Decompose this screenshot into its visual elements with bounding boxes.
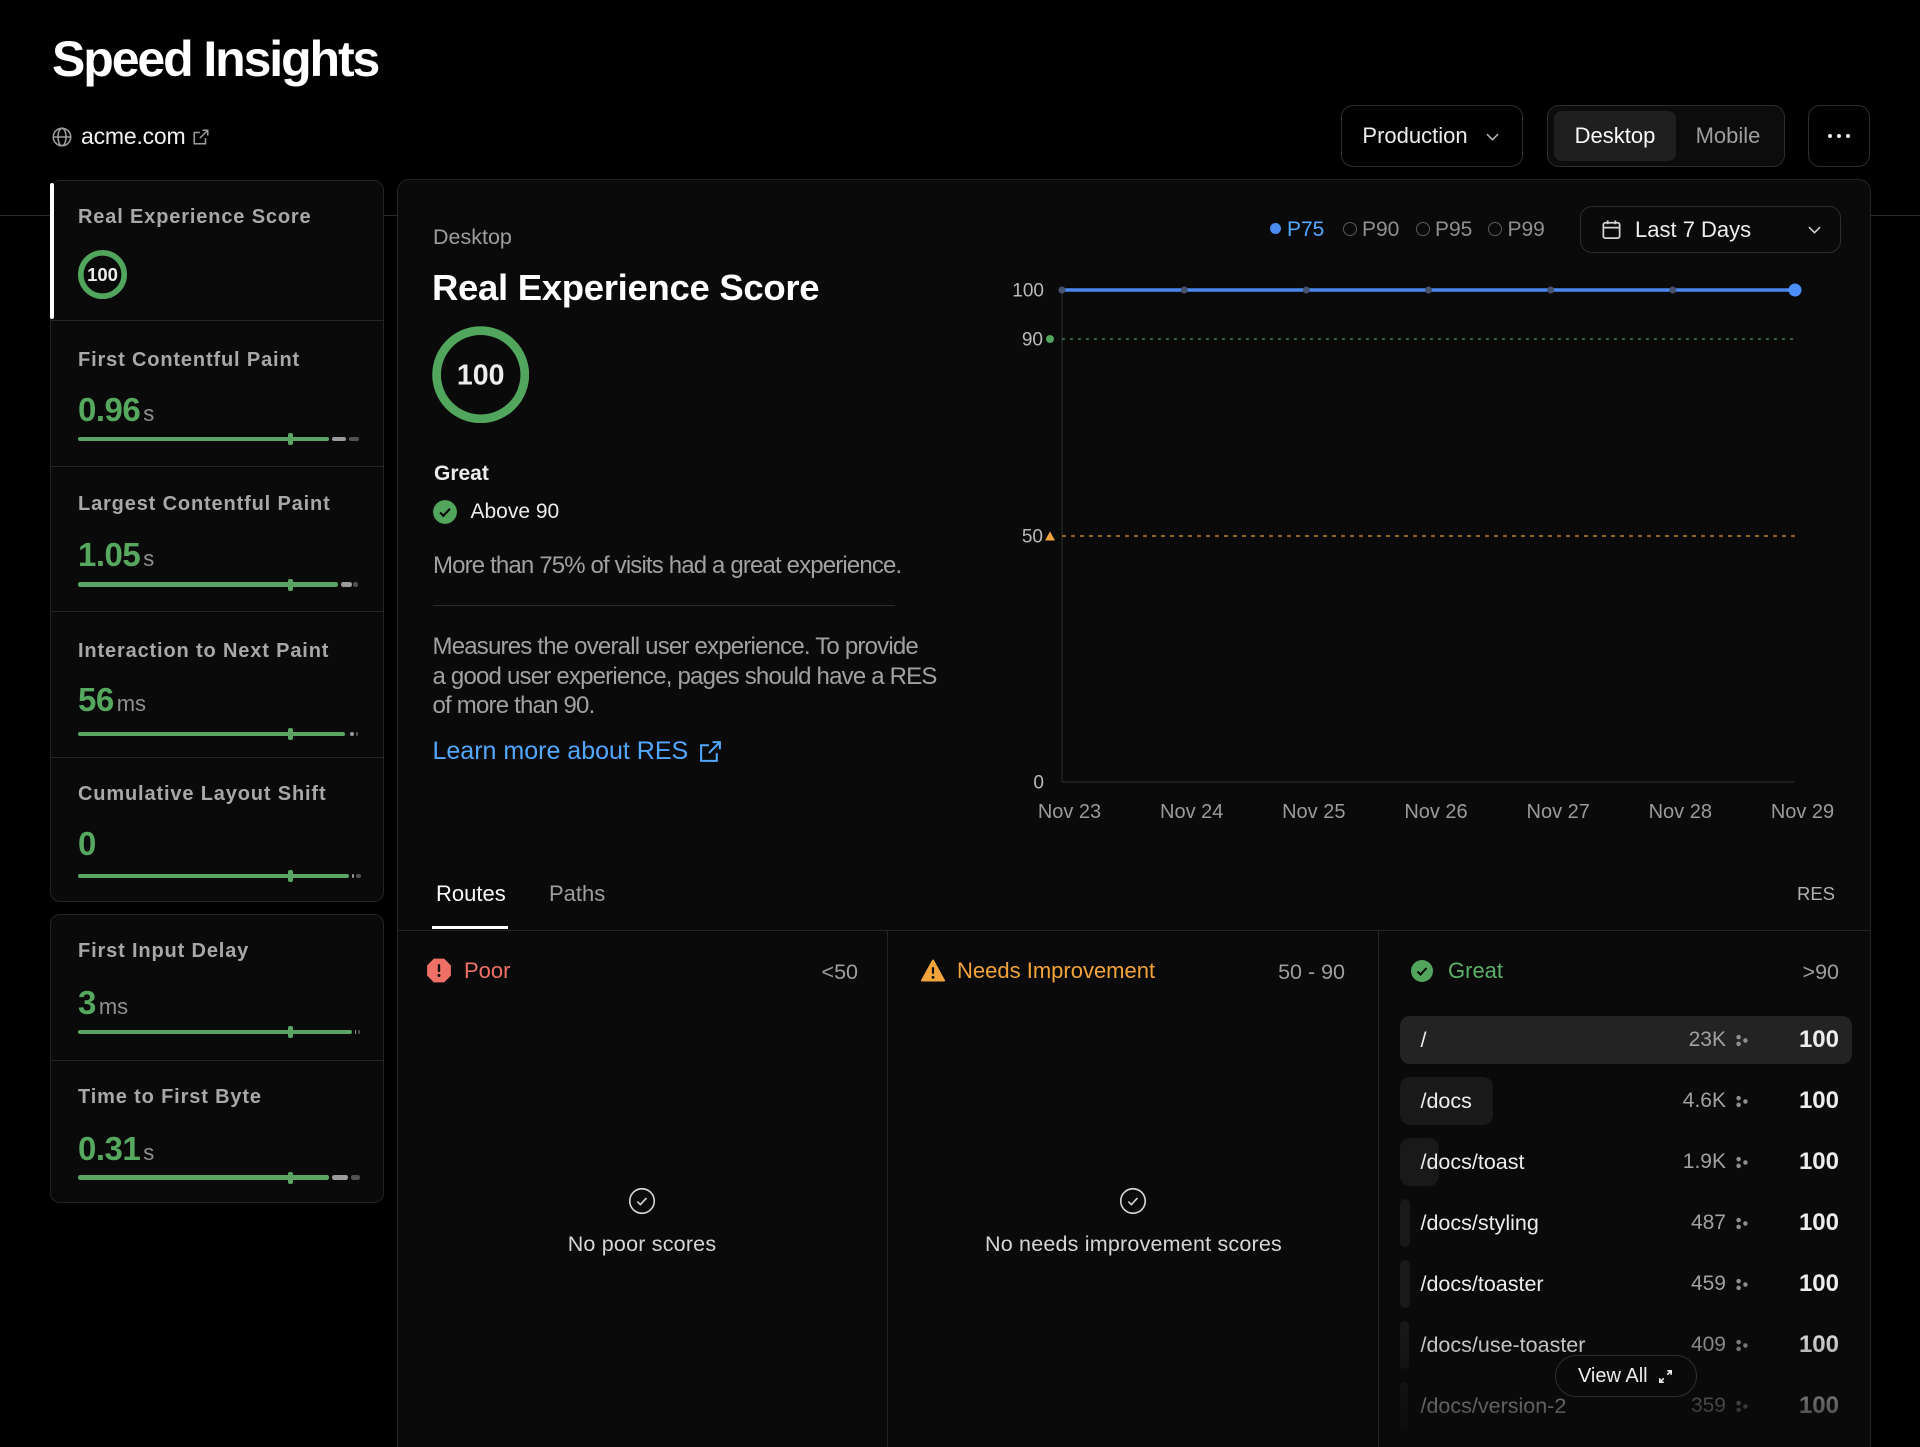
svg-text:100: 100	[87, 264, 118, 285]
svg-text:Nov 27: Nov 27	[1527, 801, 1590, 823]
svg-text:90: 90	[1022, 330, 1043, 351]
svg-text:Nov 24: Nov 24	[1160, 801, 1223, 823]
svg-text:Nov 26: Nov 26	[1404, 801, 1467, 823]
svg-text:Nov 29: Nov 29	[1771, 801, 1834, 823]
svg-text:100: 100	[1012, 281, 1044, 302]
svg-text:Nov 28: Nov 28	[1649, 801, 1712, 823]
svg-text:0: 0	[1033, 773, 1044, 794]
svg-text:Nov 25: Nov 25	[1282, 801, 1345, 823]
svg-text:Nov 23: Nov 23	[1038, 801, 1101, 823]
svg-text:100: 100	[457, 359, 505, 391]
svg-text:50: 50	[1022, 527, 1043, 548]
